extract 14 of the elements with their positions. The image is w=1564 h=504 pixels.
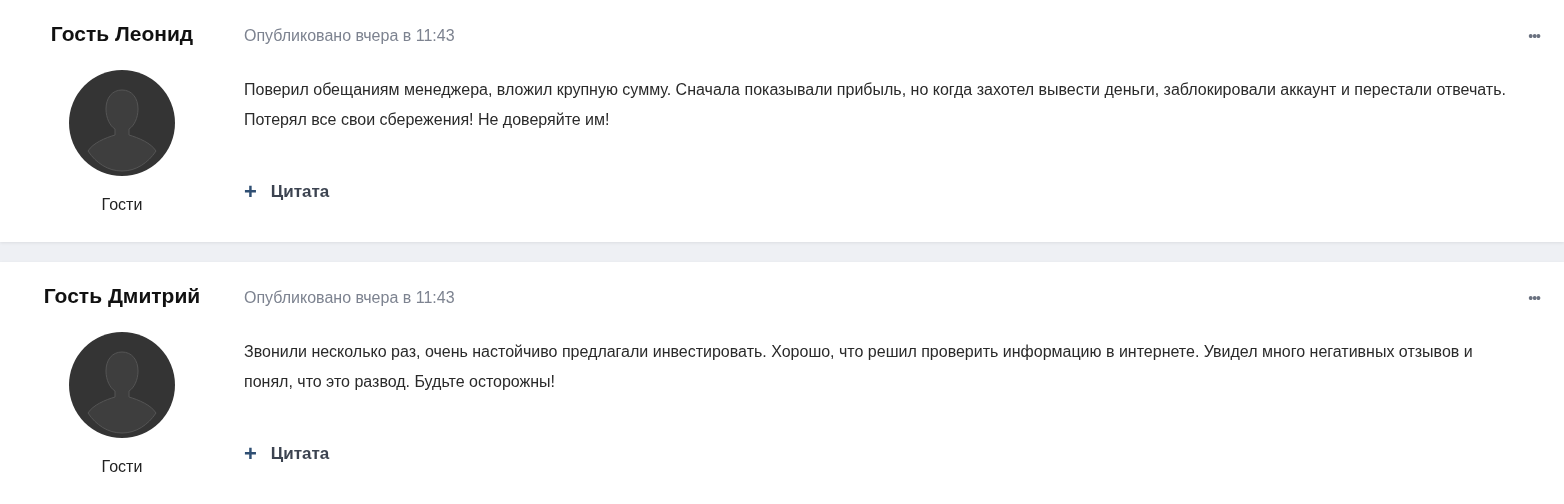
avatar-icon xyxy=(69,332,175,440)
more-button[interactable]: ••• xyxy=(1528,290,1540,306)
avatar-icon xyxy=(69,70,175,178)
author-name: Гость Дмитрий xyxy=(43,284,201,309)
post-date: Опубликовано вчера в 11:43 xyxy=(244,27,455,45)
post-date: Опубликовано вчера в 11:43 xyxy=(244,289,455,307)
quote-button[interactable]: + Цитата xyxy=(244,443,330,465)
post-text: Поверил обещаниям менеджера, вложил крупную сумму. Сначала показывали прибыль, но когда захотел вывести деньги, заблокировали аккаунт и перестали отвечать. Потерял все свои сбережения! Не доверяйте им! xyxy=(244,80,1507,130)
quote-button[interactable]: + Цитата xyxy=(244,181,330,203)
author-name: Гость Леонид xyxy=(50,22,194,47)
user-group: Гости xyxy=(101,196,143,214)
more-button[interactable]: ••• xyxy=(1528,28,1540,44)
post-text: Звонили несколько раз, очень настойчиво предлагали инвестировать. Хорошо, что решил проверить информацию в интернете. Увидел много негативных отзывов и понял, что это развод. Будьте осторожны! xyxy=(244,342,1474,392)
user-group: Гости xyxy=(101,458,143,476)
